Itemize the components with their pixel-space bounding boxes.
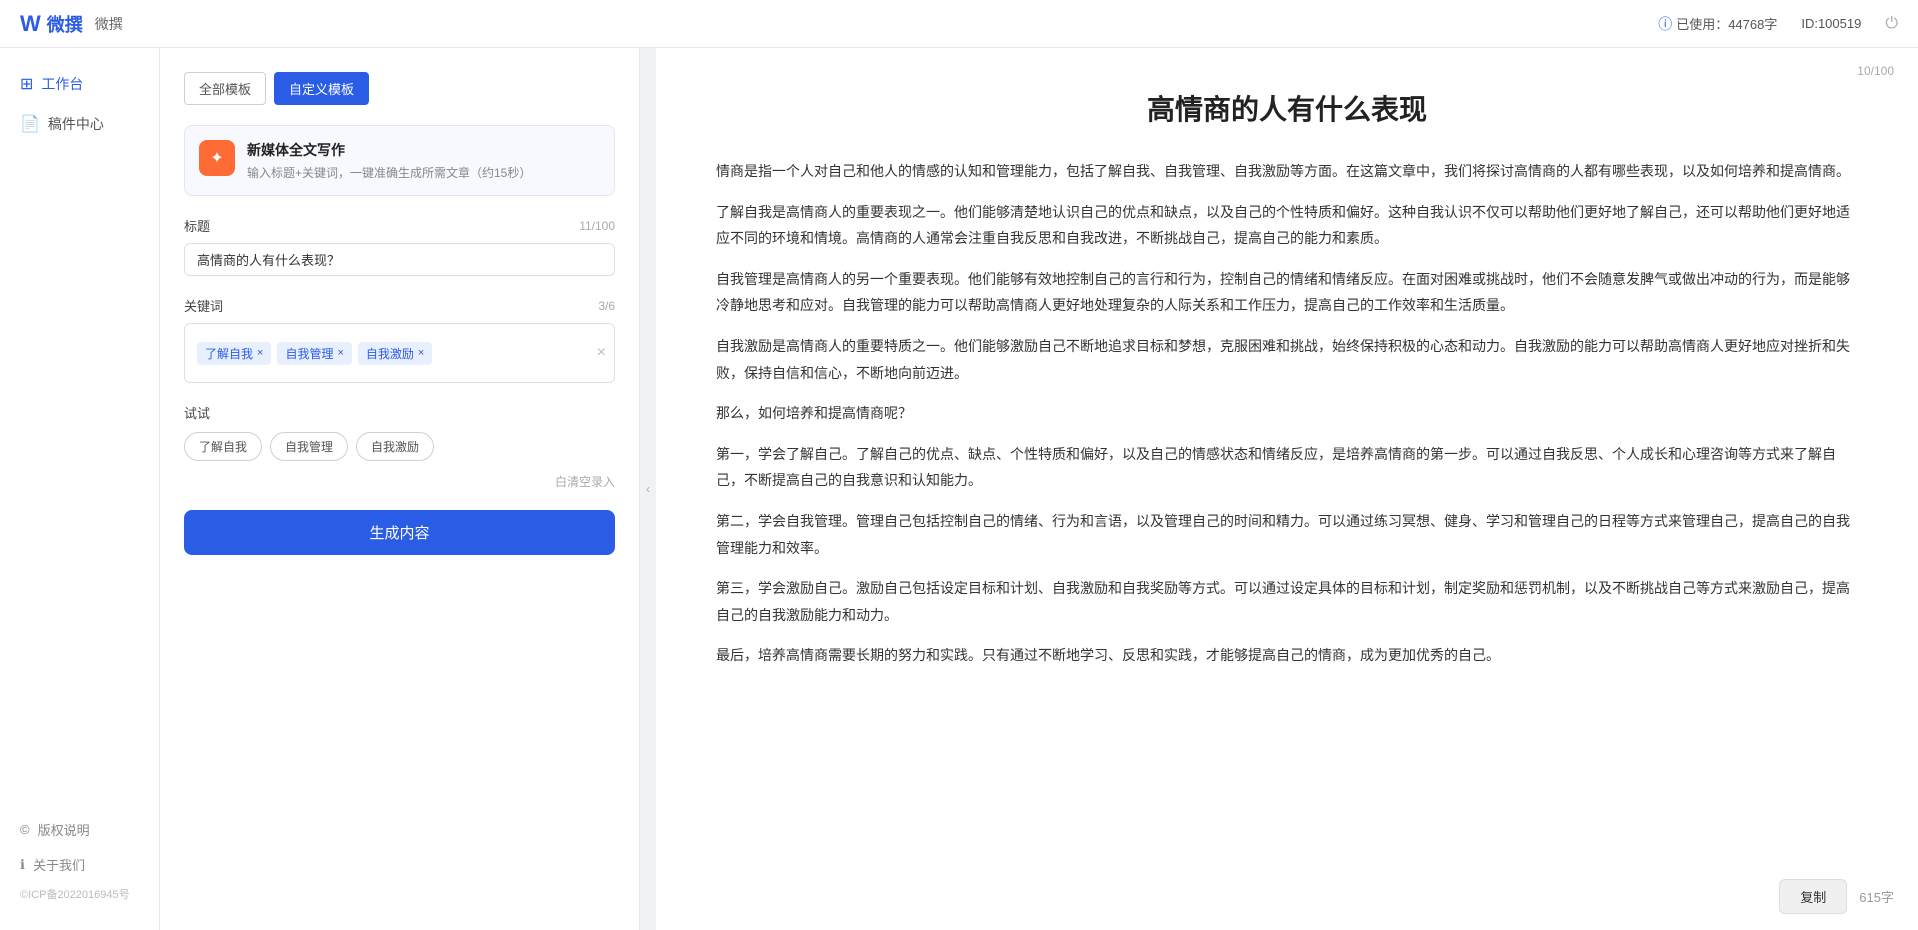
logo-w: W xyxy=(20,11,41,37)
article-paragraph: 自我激励是高情商人的重要特质之一。他们能够激励自己不断地追求目标和梦想，克服困难… xyxy=(716,333,1858,386)
title-label: 标题 xyxy=(184,216,210,235)
keyword-tag-1-remove[interactable]: × xyxy=(257,347,263,359)
sidebar-copyright[interactable]: © 版权说明 xyxy=(0,812,159,847)
clear-input-btn[interactable]: 白清空录入 xyxy=(184,473,615,490)
main-layout: ⊞ 工作台 📄 稿件中心 © 版权说明 ℹ 关于我们 ©ICP备20220169… xyxy=(0,48,1918,930)
right-panel-footer: 复制 615字 xyxy=(1779,879,1894,914)
suggest-section: 试试 了解自我 自我管理 自我激励 白清空录入 xyxy=(184,403,615,490)
usage-text: 已使用：44768字 xyxy=(1676,14,1777,33)
sidebar-about[interactable]: ℹ 关于我们 xyxy=(0,847,159,882)
suggest-tags: 了解自我 自我管理 自我激励 xyxy=(184,432,615,461)
app-logo: W 微撰 xyxy=(20,11,83,37)
power-icon[interactable]: ⏻ xyxy=(1885,15,1898,33)
word-count: 615字 xyxy=(1859,887,1894,906)
article-paragraph: 情商是指一个人对自己和他人的情感的认知和管理能力，包括了解自我、自我管理、自我激… xyxy=(716,158,1858,185)
keyword-tag-1-label: 了解自我 xyxy=(205,345,253,362)
article-paragraph: 第二，学会自我管理。管理自己包括控制自己的情绪、行为和言语，以及管理自己的时间和… xyxy=(716,508,1858,561)
keyword-tag-3[interactable]: 自我激励 × xyxy=(358,342,432,365)
sidebar: ⊞ 工作台 📄 稿件中心 © 版权说明 ℹ 关于我们 ©ICP备20220169… xyxy=(0,48,160,930)
keywords-label: 关键词 xyxy=(184,296,223,315)
keywords-box[interactable]: 了解自我 × 自我管理 × 自我激励 × × xyxy=(184,323,615,383)
copyright-label: 版权说明 xyxy=(38,820,90,839)
template-card-name: 新媒体全文写作 xyxy=(247,140,531,160)
article-title: 高情商的人有什么表现 xyxy=(716,88,1858,128)
icp-text: ©ICP备2022016945号 xyxy=(0,882,159,906)
generate-button[interactable]: 生成内容 xyxy=(184,510,615,555)
title-label-row: 标题 11/100 xyxy=(184,216,615,235)
left-panel: 全部模板 自定义模板 ✦ 新媒体全文写作 输入标题+关键词，一键准确生成所需文章… xyxy=(160,48,640,930)
article-paragraph: 自我管理是高情商人的另一个重要表现。他们能够有效地控制自己的言行和行为，控制自己… xyxy=(716,266,1858,319)
header-right: ⓘ 已使用：44768字 ID:100519 ⏻ xyxy=(1658,14,1898,34)
article-paragraph: 第三，学会激励自己。激励自己包括设定目标和计划、自我激励和自我奖励等方式。可以通… xyxy=(716,575,1858,628)
article-paragraph: 最后，培养高情商需要长期的努力和实践。只有通过不断地学习、反思和实践，才能够提高… xyxy=(716,642,1858,669)
tab-all-templates[interactable]: 全部模板 xyxy=(184,72,266,105)
sidebar-nav: ⊞ 工作台 📄 稿件中心 xyxy=(0,64,159,144)
info-icon: ⓘ xyxy=(1658,14,1672,34)
usage-info: ⓘ 已使用：44768字 xyxy=(1658,14,1777,34)
keywords-section: 关键词 3/6 了解自我 × 自我管理 × 自我激励 × xyxy=(184,296,615,383)
workspace-icon: ⊞ xyxy=(20,74,33,94)
content-area: 全部模板 自定义模板 ✦ 新媒体全文写作 输入标题+关键词，一键准确生成所需文章… xyxy=(160,48,1918,930)
user-id: ID:100519 xyxy=(1801,16,1861,31)
sidebar-item-drafts[interactable]: 📄 稿件中心 xyxy=(0,104,159,144)
template-card-info: 新媒体全文写作 输入标题+关键词，一键准确生成所需文章（约15秒） xyxy=(247,140,531,181)
keywords-label-row: 关键词 3/6 xyxy=(184,296,615,315)
suggest-title: 试试 xyxy=(184,403,615,422)
keyword-tag-3-label: 自我激励 xyxy=(366,345,414,362)
keywords-clear-icon[interactable]: × xyxy=(597,344,606,362)
template-card-icon: ✦ xyxy=(199,140,235,176)
article-paragraph: 了解自我是高情商人的重要表现之一。他们能够清楚地认识自己的优点和缺点，以及自己的… xyxy=(716,199,1858,252)
title-count: 11/100 xyxy=(579,219,615,233)
about-label: 关于我们 xyxy=(33,855,85,874)
keyword-tag-2[interactable]: 自我管理 × xyxy=(277,342,351,365)
right-panel: 10/100 高情商的人有什么表现 情商是指一个人对自己和他人的情感的认知和管理… xyxy=(656,48,1918,930)
keyword-tag-2-label: 自我管理 xyxy=(285,345,333,362)
sidebar-item-workspace[interactable]: ⊞ 工作台 xyxy=(0,64,159,104)
template-card-desc: 输入标题+关键词，一键准确生成所需文章（约15秒） xyxy=(247,164,531,181)
app-header: W 微撰 微撰 ⓘ 已使用：44768字 ID:100519 ⏻ xyxy=(0,0,1918,48)
keyword-tag-2-remove[interactable]: × xyxy=(337,347,343,359)
about-icon: ℹ xyxy=(20,857,25,873)
app-name: 微撰 xyxy=(95,14,123,34)
keywords-count: 3/6 xyxy=(598,299,615,313)
tab-custom-templates[interactable]: 自定义模板 xyxy=(274,72,369,105)
template-card: ✦ 新媒体全文写作 输入标题+关键词，一键准确生成所需文章（约15秒） xyxy=(184,125,615,196)
title-input[interactable] xyxy=(184,243,615,276)
article-paragraph: 那么，如何培养和提高情商呢？ xyxy=(716,400,1858,427)
page-count: 10/100 xyxy=(1857,64,1894,78)
logo-text: 微撰 xyxy=(47,11,83,37)
sidebar-item-workspace-label: 工作台 xyxy=(41,74,83,94)
article-body: 情商是指一个人对自己和他人的情感的认知和管理能力，包括了解自我、自我管理、自我激… xyxy=(716,158,1858,669)
title-section: 标题 11/100 xyxy=(184,216,615,276)
copyright-icon: © xyxy=(20,822,30,837)
keyword-tag-3-remove[interactable]: × xyxy=(418,347,424,359)
header-left: W 微撰 微撰 xyxy=(20,11,123,37)
copy-button[interactable]: 复制 xyxy=(1779,879,1847,914)
suggest-tag-2[interactable]: 自我管理 xyxy=(270,432,348,461)
suggest-tag-1[interactable]: 了解自我 xyxy=(184,432,262,461)
suggest-tag-3[interactable]: 自我激励 xyxy=(356,432,434,461)
article-paragraph: 第一，学会了解自己。了解自己的优点、缺点、个性特质和偏好，以及自己的情感状态和情… xyxy=(716,441,1858,494)
sidebar-item-drafts-label: 稿件中心 xyxy=(48,114,104,134)
collapse-handle[interactable]: ‹ xyxy=(640,48,656,930)
template-tabs: 全部模板 自定义模板 xyxy=(184,72,615,105)
sidebar-footer: © 版权说明 ℹ 关于我们 ©ICP备2022016945号 xyxy=(0,812,159,914)
drafts-icon: 📄 xyxy=(20,114,40,134)
keyword-tag-1[interactable]: 了解自我 × xyxy=(197,342,271,365)
